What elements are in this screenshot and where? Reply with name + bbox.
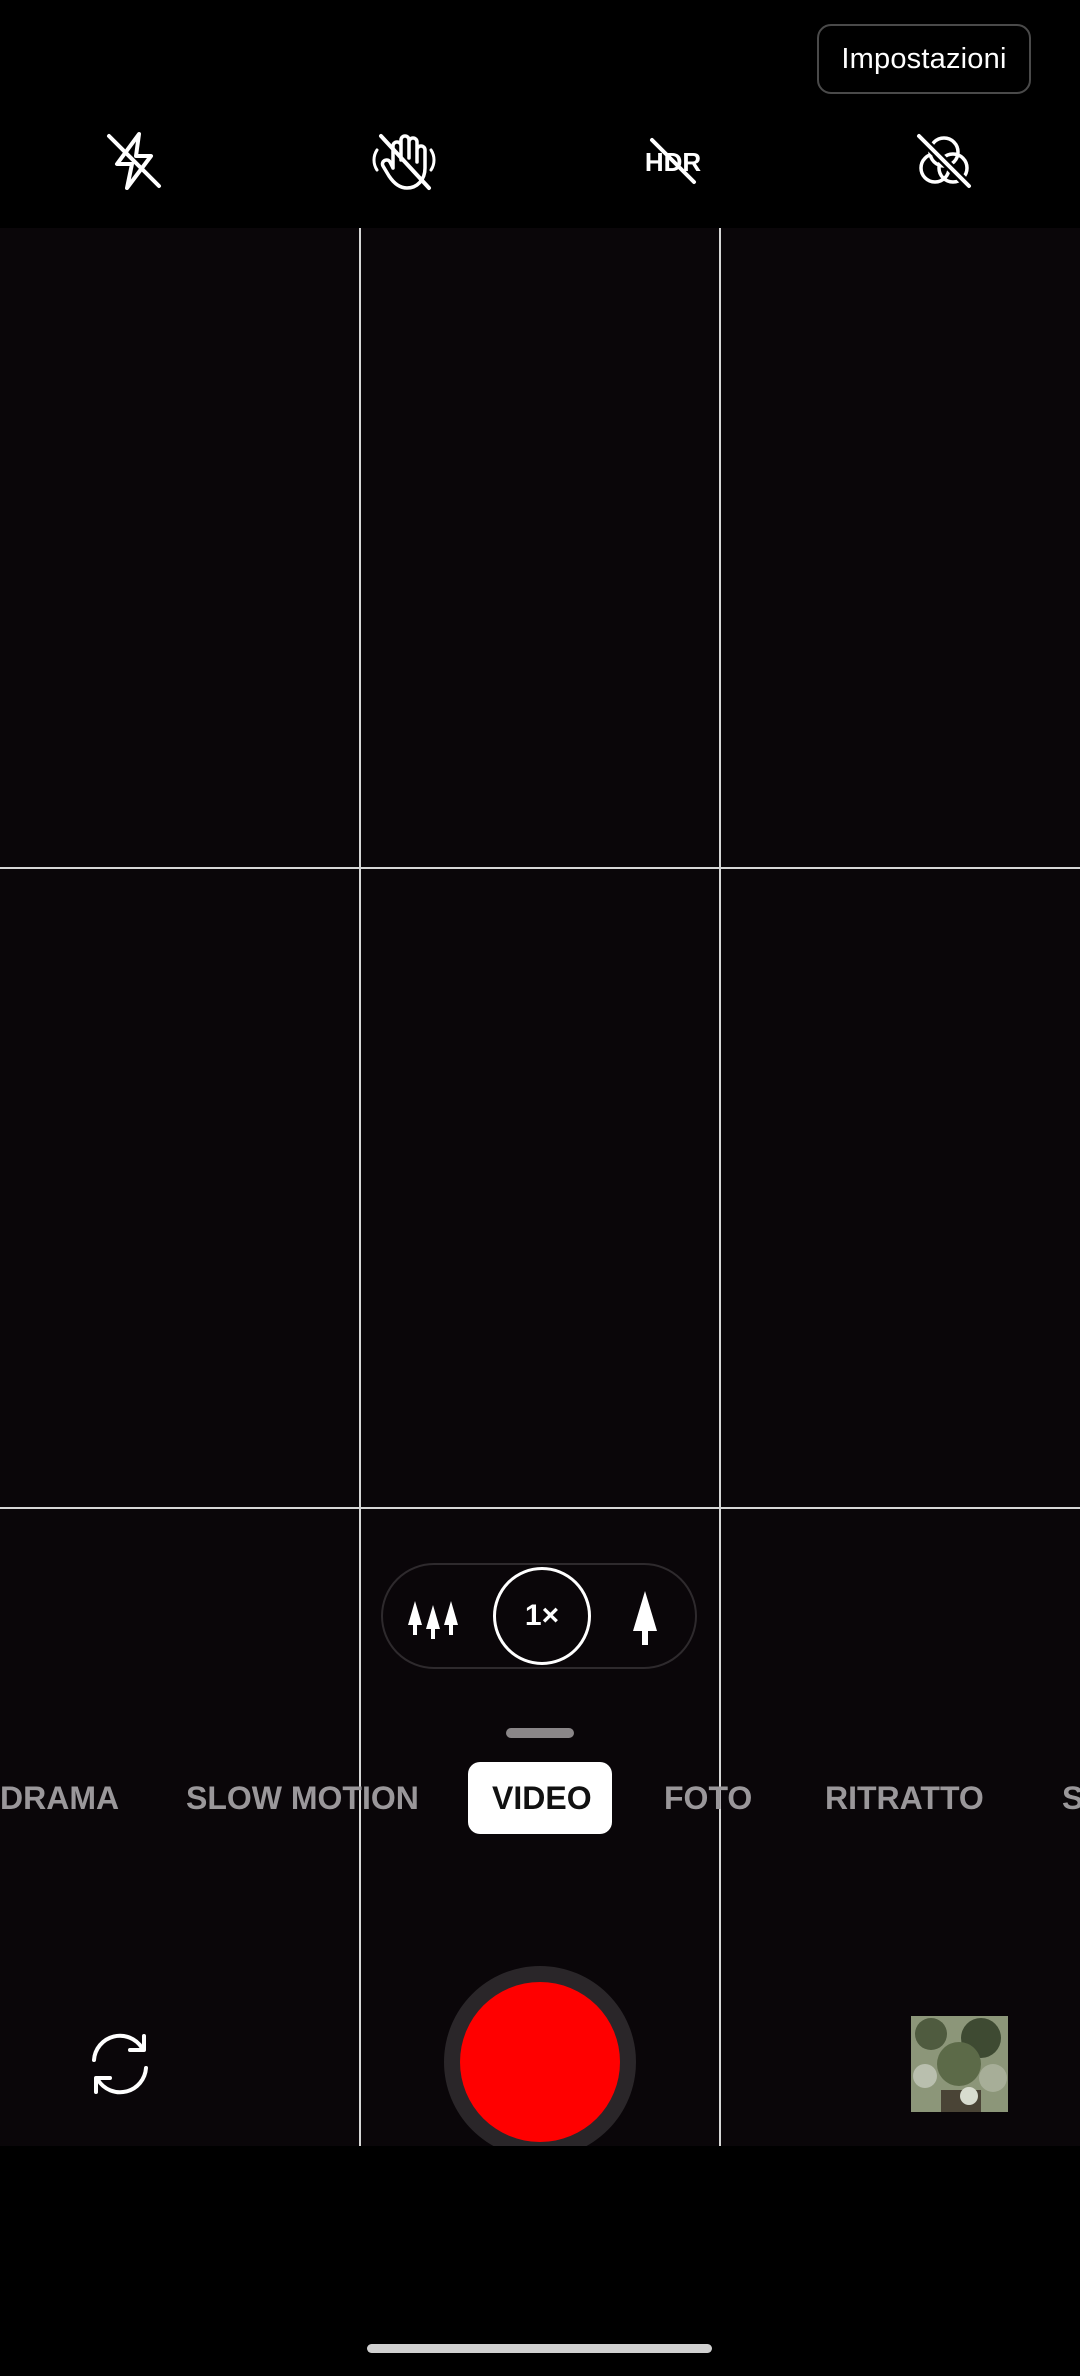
camera-viewfinder[interactable]: [0, 228, 1080, 2146]
mode-drama[interactable]: DRAMA: [0, 1762, 119, 1834]
hdr-off-icon[interactable]: HDR: [640, 128, 706, 194]
mode-foto[interactable]: FOTO: [664, 1762, 752, 1834]
settings-button[interactable]: Impostazioni: [817, 24, 1031, 94]
grid-line-horizontal: [0, 1507, 1080, 1509]
wide-angle-icon[interactable]: [403, 1587, 463, 1647]
record-button-core: [460, 1982, 620, 2142]
mode-next[interactable]: S: [1062, 1762, 1080, 1834]
record-button[interactable]: [444, 1966, 636, 2158]
mode-slow-motion[interactable]: SLOW MOTION: [186, 1762, 419, 1834]
telephoto-icon[interactable]: [615, 1587, 675, 1647]
zoom-selector: 1×: [381, 1563, 697, 1669]
camera-flip-icon[interactable]: [82, 2026, 158, 2102]
top-bar: Impostazioni HDR: [0, 0, 1080, 228]
mode-ritratto[interactable]: RITRATTO: [825, 1762, 984, 1834]
home-indicator[interactable]: [367, 2344, 712, 2353]
grid-line-vertical: [359, 228, 361, 2146]
system-bottom-bar: [0, 2146, 1080, 2376]
grid-line-horizontal: [0, 867, 1080, 869]
mode-drawer-handle[interactable]: [506, 1728, 574, 1738]
grid-line-vertical: [719, 228, 721, 2146]
gallery-thumbnail[interactable]: [911, 2016, 1008, 2112]
filter-off-icon[interactable]: [911, 128, 977, 194]
gesture-off-icon[interactable]: [371, 128, 437, 194]
zoom-1x-button[interactable]: 1×: [493, 1567, 591, 1665]
mode-video[interactable]: VIDEO: [468, 1762, 612, 1834]
flash-off-icon[interactable]: [101, 128, 167, 194]
